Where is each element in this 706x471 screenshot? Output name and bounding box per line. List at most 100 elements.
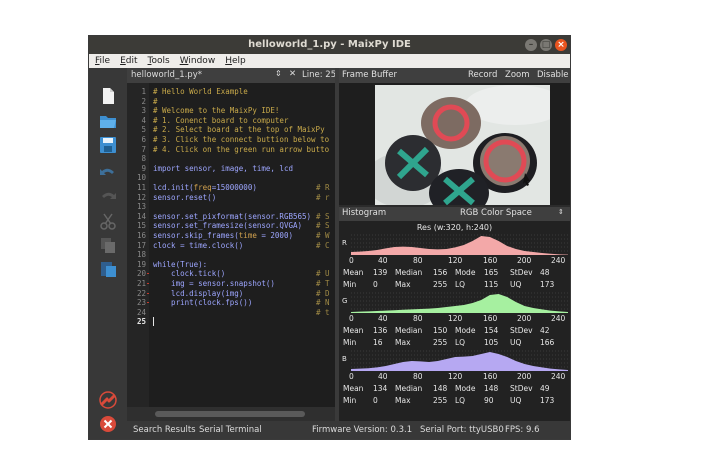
code-comment: # C xyxy=(316,240,330,250)
histogram-plot xyxy=(351,350,568,371)
histogram-header: Histogram RGB Color Space ⇕ xyxy=(339,207,570,221)
stat-value: 134 xyxy=(373,384,388,393)
line-number: 4 xyxy=(141,115,146,125)
stat-label: StDev xyxy=(510,384,533,393)
code-line[interactable]: # Hello World Example xyxy=(153,87,248,96)
code-line[interactable]: sensor.skip_frames(time = 2000) xyxy=(153,231,293,240)
code-line[interactable]: # Welcome to the MaixPy IDE! xyxy=(153,106,279,115)
close-button[interactable]: × xyxy=(555,39,567,51)
copy-icon[interactable] xyxy=(98,235,118,255)
stats-row: Min 16 Max 255 LQ 105 UQ 166 xyxy=(339,338,570,349)
new-file-icon[interactable] xyxy=(98,86,118,106)
stat-value: 255 xyxy=(433,338,448,347)
tick-label: 80 xyxy=(413,314,423,323)
stat-value: 148 xyxy=(433,384,448,393)
code-line[interactable]: # 4. Click on the green run arrow butto xyxy=(153,145,329,154)
left-toolbar xyxy=(89,68,127,439)
editor-horizontal-scrollbar[interactable] xyxy=(127,407,335,421)
code-line[interactable]: sensor.set_framesize(sensor.QVGA) xyxy=(153,221,302,230)
color-space-select[interactable]: RGB Color Space xyxy=(460,208,532,218)
axis-ticks: 0 40 80 120 160 200 240 xyxy=(339,256,570,266)
code-line[interactable]: sensor.reset() xyxy=(153,193,216,202)
code-line[interactable]: while(True): xyxy=(153,260,207,269)
record-button[interactable]: Record xyxy=(468,70,497,80)
file-tab[interactable]: helloworld_1.py* xyxy=(131,70,202,80)
indent-marker xyxy=(147,292,149,294)
disable-button[interactable]: Disable xyxy=(537,70,569,80)
tick-label: 80 xyxy=(413,256,423,265)
stat-value: 255 xyxy=(433,280,448,289)
scrollbar-thumb[interactable] xyxy=(155,411,305,417)
code-comment: # r xyxy=(316,192,330,202)
stat-value: 255 xyxy=(433,396,448,405)
code-line[interactable]: sensor.set_pixformat(sensor.RGB565) xyxy=(153,212,311,221)
indent-marker xyxy=(147,273,149,275)
code-comment: # U xyxy=(316,269,330,279)
code-comment: # W xyxy=(316,231,330,240)
line-number: 17 xyxy=(136,240,146,250)
line-number: 22 xyxy=(136,288,146,298)
code-line[interactable]: clock.tick() xyxy=(153,269,225,278)
search-results-tab[interactable]: Search Results xyxy=(133,425,196,435)
stat-label: Median xyxy=(395,326,423,335)
line-number: 3 xyxy=(141,106,146,116)
open-folder-icon[interactable] xyxy=(98,111,118,131)
menu-tools[interactable]: Tools xyxy=(142,56,174,66)
stats-row: Mean 136 Median 150 Mode 154 StDev 42 xyxy=(339,326,570,337)
color-space-dropdown-icon[interactable]: ⇕ xyxy=(558,208,564,216)
code-line[interactable]: # xyxy=(153,97,158,106)
stats-row: Mean 139 Median 156 Mode 165 StDev 48 xyxy=(339,268,570,279)
tick-label: 40 xyxy=(378,314,388,323)
menu-edit[interactable]: Edit xyxy=(114,56,141,66)
disconnect-icon[interactable] xyxy=(98,390,118,410)
menu-file[interactable]: File xyxy=(89,56,114,66)
code-line[interactable]: # 1. Conenct board to computer xyxy=(153,116,288,125)
zoom-button[interactable]: Zoom xyxy=(505,70,530,80)
code-line[interactable]: import sensor, image, time, lcd xyxy=(153,164,293,173)
code-line[interactable]: lcd.init(freq=15000000) xyxy=(153,183,257,192)
tick-label: 240 xyxy=(551,372,566,381)
maximize-button[interactable]: □ xyxy=(540,39,552,51)
stat-value: 139 xyxy=(373,268,388,277)
menu-window[interactable]: Window xyxy=(174,56,220,66)
code-line[interactable]: img = sensor.snapshot() xyxy=(153,279,275,288)
histogram-title: Histogram xyxy=(342,208,387,218)
tick-label: 0 xyxy=(349,256,354,265)
tick-label: 40 xyxy=(378,256,388,265)
stat-label: UQ xyxy=(510,280,522,289)
status-bar: Search Results Serial Terminal Firmware … xyxy=(127,421,570,439)
tab-close-icon[interactable]: ✕ xyxy=(289,69,296,79)
paste-icon[interactable] xyxy=(98,259,118,279)
line-number: 9 xyxy=(141,163,146,173)
code-line[interactable]: print(clock.fps()) xyxy=(153,298,252,307)
tick-label: 0 xyxy=(349,314,354,323)
stat-value: 165 xyxy=(484,268,499,277)
serial-terminal-tab[interactable]: Serial Terminal xyxy=(199,425,262,435)
line-number: 12 xyxy=(136,192,146,202)
menu-help[interactable]: Help xyxy=(219,56,250,66)
code-line[interactable]: clock = time.clock() xyxy=(153,241,243,250)
minimize-button[interactable]: – xyxy=(525,39,537,51)
ide-window: helloworld_1.py - MaixPy IDE – □ × File … xyxy=(89,36,570,439)
code-line[interactable]: lcd.display(img) xyxy=(153,289,243,298)
save-icon[interactable] xyxy=(98,135,118,155)
tick-label: 160 xyxy=(483,372,498,381)
camera-frame xyxy=(375,85,550,205)
tick-label: 160 xyxy=(483,314,498,323)
line-number: 2 xyxy=(141,96,146,106)
stat-label: Mean xyxy=(343,326,364,335)
undo-icon[interactable] xyxy=(98,163,118,183)
stat-value: 173 xyxy=(540,396,555,405)
line-number: 21 xyxy=(136,279,146,288)
redo-icon[interactable] xyxy=(98,187,118,207)
line-number: 6 xyxy=(141,135,146,144)
code-editor[interactable]: 1 # Hello World Example 2 #3 # Welcome to th… xyxy=(127,83,335,407)
stat-label: Max xyxy=(395,396,411,405)
code-line[interactable]: # 2. Select board at the top of MaixPy xyxy=(153,125,325,134)
tab-dropdown-icon[interactable]: ⇕ xyxy=(275,69,282,78)
cut-icon[interactable] xyxy=(98,211,118,231)
tick-label: 240 xyxy=(551,256,566,265)
stop-icon[interactable] xyxy=(98,414,118,434)
code-line[interactable]: # 3. Click the connect buttion below to xyxy=(153,135,329,144)
code-comment: # D xyxy=(316,288,330,298)
